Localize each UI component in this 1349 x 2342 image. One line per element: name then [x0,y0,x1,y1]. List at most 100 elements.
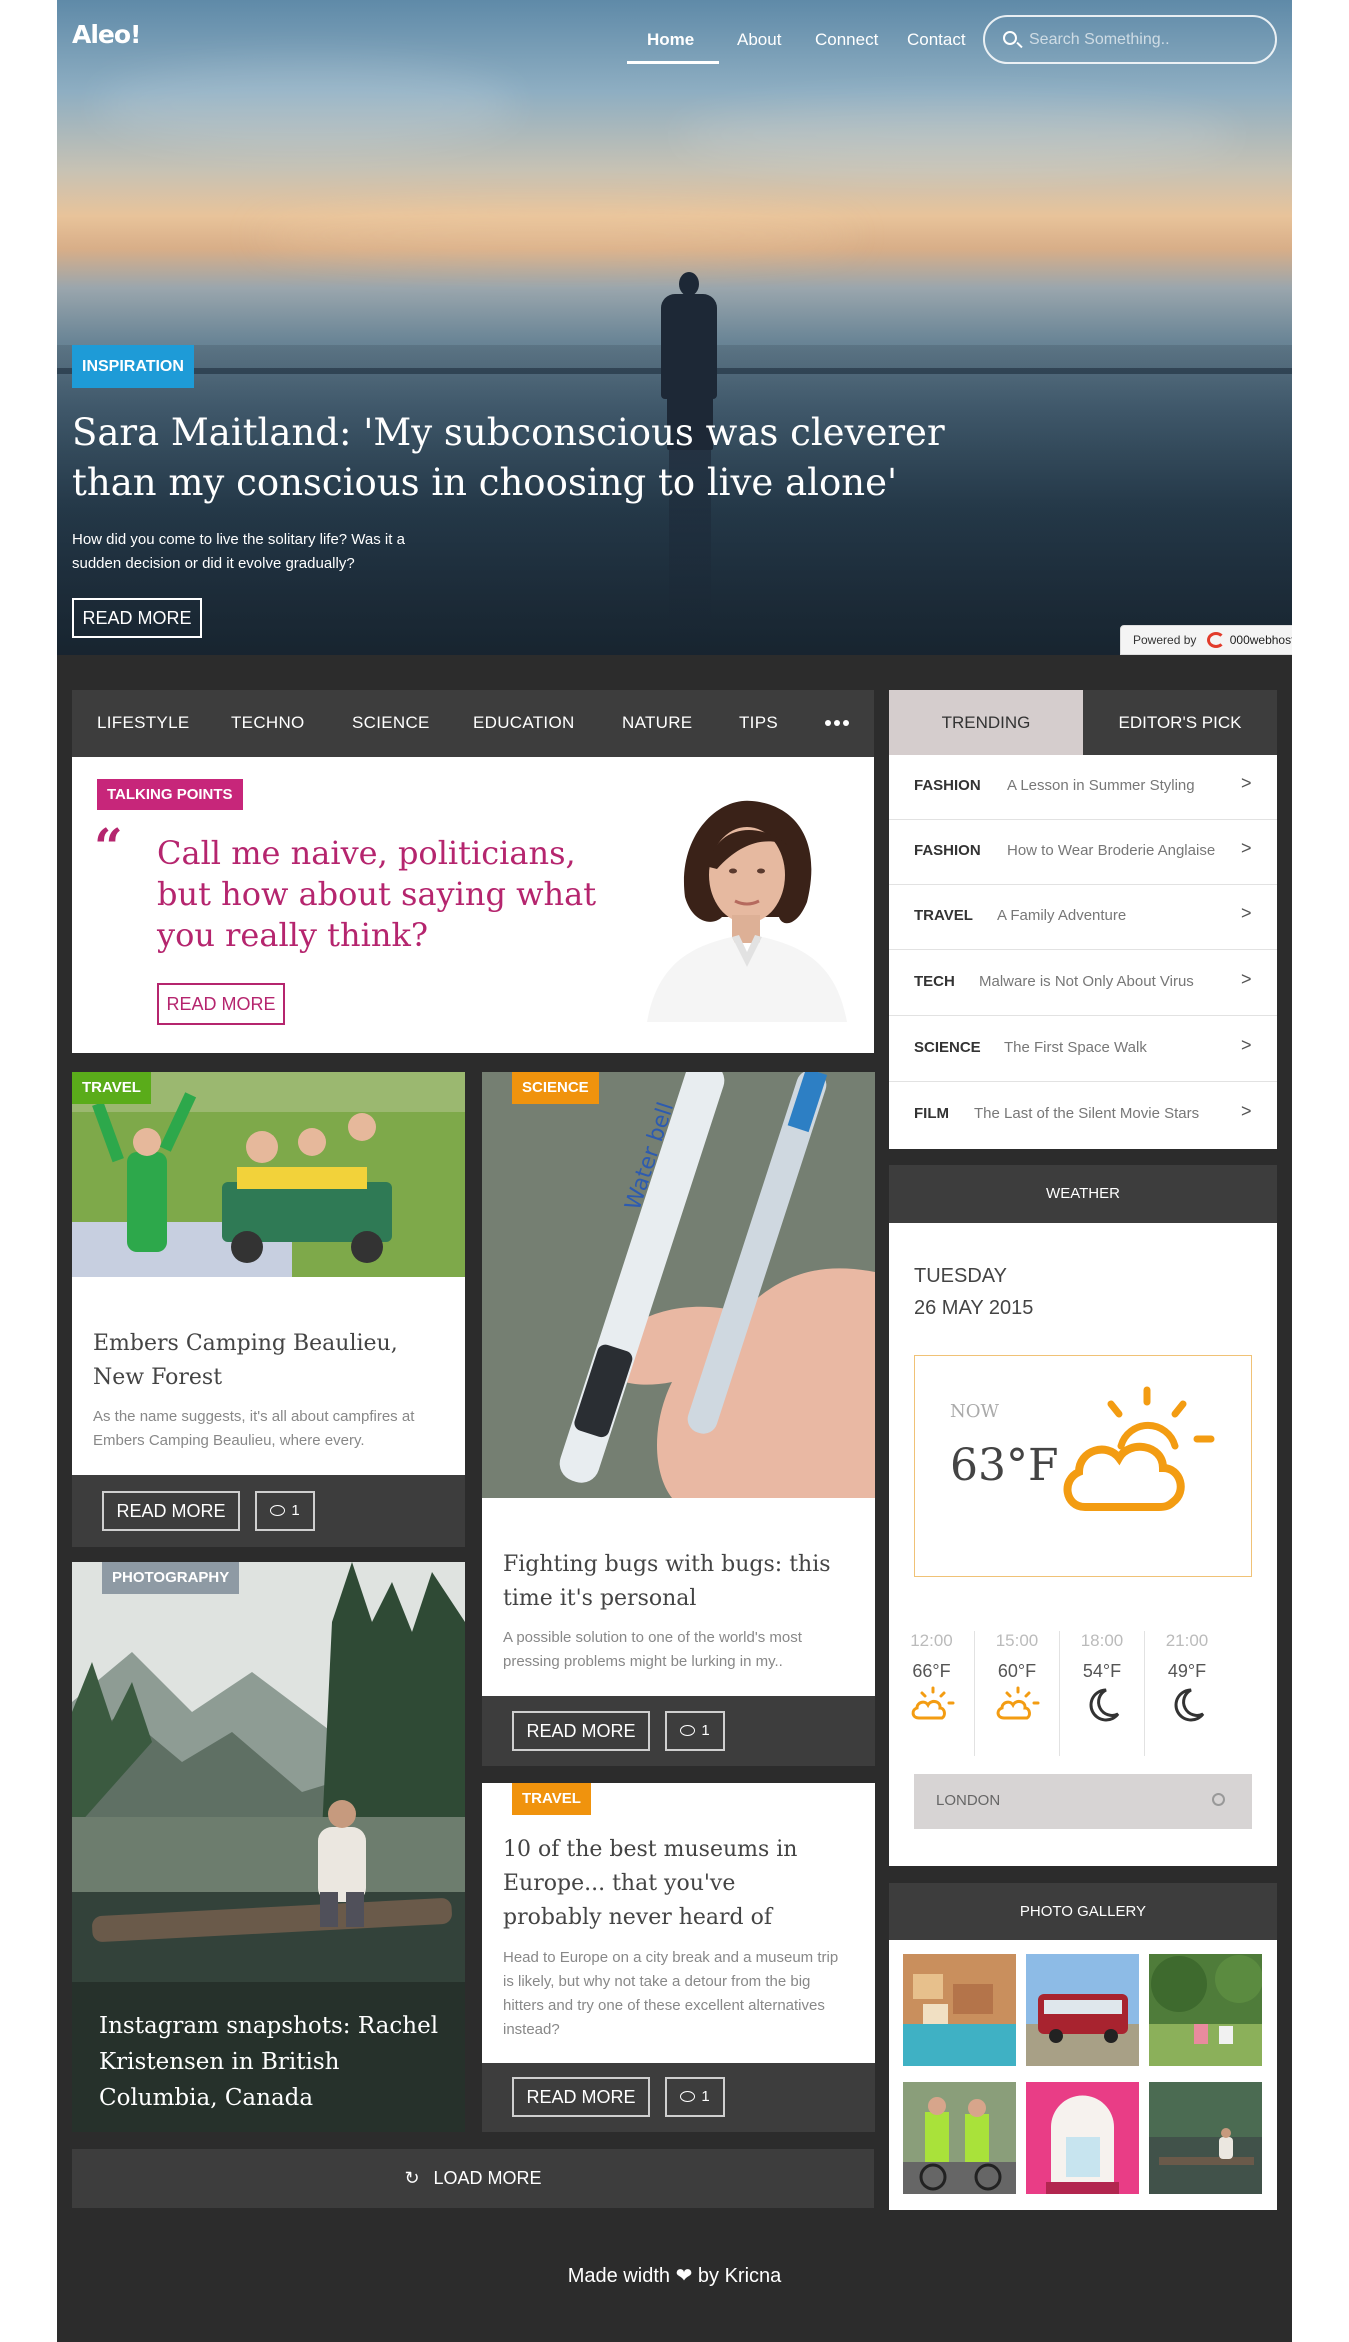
chevron-right-icon: > [1241,1035,1252,1055]
forecast-time: 15:00 [995,1631,1039,1650]
nav-contact[interactable]: Contact [907,30,966,50]
trending-title: The First Space Walk [1004,1039,1147,1056]
camping-read-more-button[interactable]: READ MORE [102,1491,240,1531]
search-input[interactable]: Search Something.. [1029,31,1170,49]
talking-points-read-more-button[interactable]: READ MORE [157,983,285,1025]
trending-category: FASHION [914,777,981,794]
powered-by-label: Powered by [1133,633,1197,647]
quote-icon: “ [94,817,123,876]
trending-category: FILM [914,1105,949,1122]
trending-title: A Lesson in Summer Styling [1007,777,1195,794]
more-icon[interactable] [825,720,849,726]
load-more-label: LOAD MORE [433,2168,542,2188]
gallery-thumb[interactable] [1149,2082,1262,2194]
gallery-thumb[interactable] [1026,1954,1139,2066]
photography-category-badge[interactable]: PHOTOGRAPHY [102,1562,240,1594]
nav-home[interactable]: Home [647,30,694,50]
hero-title[interactable]: Sara Maitland: 'My subconscious was clev… [72,408,992,508]
forecast-temp: 54°F [1082,1661,1122,1681]
trending-item[interactable]: TECH Malware is Not Only About Virus > [889,951,1277,1016]
bugs-card-footer: READ MORE 1 [482,1696,875,1766]
gallery-thumb[interactable] [1149,1954,1262,2066]
camping-card-body: Embers Camping Beaulieu, New Forest As t… [72,1277,465,1475]
location-search[interactable]: LONDON [914,1774,1252,1829]
trending-item[interactable]: FILM The Last of the Silent Movie Stars … [889,1083,1277,1148]
tab-trending[interactable]: TRENDING [889,690,1083,755]
weather-heading: WEATHER [889,1165,1277,1223]
camping-title[interactable]: Embers Camping Beaulieu, New Forest [93,1327,443,1395]
category-education[interactable]: EDUCATION [473,713,575,733]
trending-item[interactable]: SCIENCE The First Space Walk > [889,1017,1277,1082]
category-tips[interactable]: TIPS [739,713,778,733]
page: Aleo! Home About Connect Contact Search … [57,0,1292,2342]
moon-icon [1145,1686,1229,1729]
category-lifestyle[interactable]: LIFESTYLE [97,713,189,733]
gallery-thumb[interactable] [1026,2082,1139,2194]
category-techno[interactable]: TECHNO [231,713,305,733]
museums-read-more-button[interactable]: READ MORE [512,2077,650,2117]
hero-category-badge[interactable]: INSPIRATION [72,345,194,388]
weather-now-label: NOW [950,1401,1000,1422]
hero-description: How did you come to live the solitary li… [72,531,405,572]
chevron-right-icon: > [1241,773,1252,793]
trending-category: TRAVEL [914,907,973,924]
search-box[interactable]: Search Something.. [983,15,1277,64]
trending-item[interactable]: TRAVEL A Family Adventure > [889,885,1277,950]
talking-points-badge[interactable]: TALKING POINTS [97,779,243,810]
camping-comments-button[interactable]: 1 [255,1491,315,1531]
camping-description: As the name suggests, it's all about cam… [93,1408,415,1449]
museums-category-badge[interactable]: TRAVEL [512,1783,591,1815]
nav-active-indicator [627,61,719,64]
weather-date: TUESDAY 26 MAY 2015 [914,1260,1033,1324]
talking-points-card: TALKING POINTS “ Call me naive, politici… [72,757,874,1053]
forecast-time: 18:00 [1080,1631,1124,1650]
site-logo[interactable]: Aleo! [72,20,141,49]
tab-editors-pick[interactable]: EDITOR'S PICK [1083,690,1277,755]
location-input[interactable]: LONDON [936,1792,1000,1809]
forecast-temp: 49°F [1167,1661,1207,1681]
gallery-thumb[interactable] [903,2082,1016,2194]
bugs-comments-button[interactable]: 1 [665,1711,725,1751]
category-science[interactable]: SCIENCE [352,713,430,733]
museums-title[interactable]: 10 of the best museums in Europe... that… [503,1833,833,1935]
museums-comments-button[interactable]: 1 [665,2077,725,2117]
hero-read-more-button[interactable]: READ MORE [72,598,202,638]
bugs-image[interactable]: Water bell [482,1072,875,1498]
chevron-right-icon: > [1241,838,1252,858]
hero-banner: Aleo! Home About Connect Contact Search … [57,0,1292,655]
search-icon[interactable] [1212,1793,1225,1806]
comment-icon [270,1505,286,1516]
forecast-item: 15:00 60°F [974,1631,1059,1756]
nav-connect[interactable]: Connect [815,30,878,50]
chevron-right-icon: > [1241,903,1252,923]
weather-full-date: 26 MAY 2015 [914,1297,1034,1319]
bugs-read-more-button[interactable]: READ MORE [512,1711,650,1751]
footer-credit: Made width ❤ by Kricna [57,2263,1292,2288]
camping-category-badge[interactable]: TRAVEL [72,1072,151,1104]
museums-card-footer: READ MORE 1 [482,2063,875,2132]
trending-item[interactable]: FASHION How to Wear Broderie Anglaise > [889,820,1277,885]
comment-icon [680,2091,696,2102]
forecast-temp: 66°F [912,1661,951,1681]
footer-text-after[interactable]: by Kricna [698,2265,781,2287]
bugs-comment-count: 1 [701,1722,710,1739]
category-nature[interactable]: NATURE [622,713,692,733]
trending-item[interactable]: FASHION A Lesson in Summer Styling > [889,755,1277,820]
gallery-thumb[interactable] [903,1954,1016,2066]
weather-widget: TUESDAY 26 MAY 2015 NOW 63°F 12:00 66°F … [889,1223,1277,1866]
photography-title[interactable]: Instagram snapshots: Rachel Kristensen i… [99,2008,439,2116]
nav-about[interactable]: About [737,30,781,50]
powered-by-badge[interactable]: Powered by 000webhost [1120,625,1292,655]
load-more-button[interactable]: ↻ LOAD MORE [72,2149,874,2208]
weather-now-temp: 63°F [950,1440,1059,1491]
quote-text[interactable]: Call me naive, politicians, but how abou… [157,833,637,956]
forecast-item: 21:00 49°F [1144,1631,1229,1756]
bugs-category-badge[interactable]: SCIENCE [512,1072,599,1104]
portrait-image [647,797,847,1022]
bugs-title[interactable]: Fighting bugs with bugs: this time it's … [503,1548,843,1616]
museums-card-body: TRAVEL 10 of the best museums in Europe.… [482,1783,875,2063]
trending-category: TECH [914,973,955,990]
forecast-item: 18:00 54°F [1059,1631,1144,1756]
footer-text-before: Made width [567,2265,670,2287]
trending-category: SCIENCE [914,1039,981,1056]
